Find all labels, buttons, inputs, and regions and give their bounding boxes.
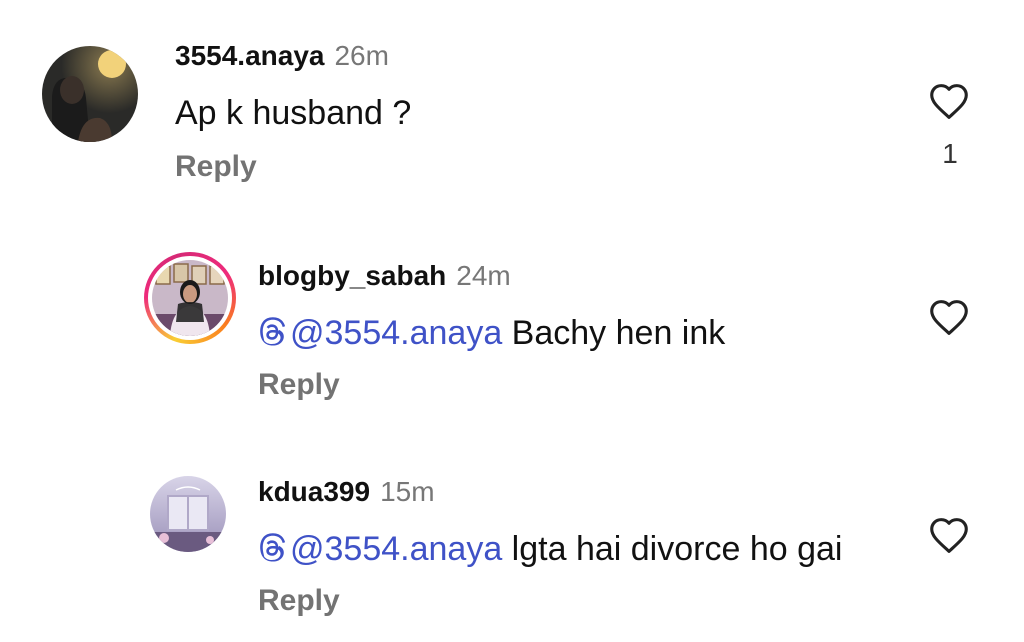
reply-button[interactable]: Reply — [258, 368, 340, 402]
mention-text[interactable]: @3554.anaya — [290, 530, 502, 568]
comment-text: @3554.anaya Bachy hen ink — [258, 314, 725, 353]
username[interactable]: kdua399 — [258, 476, 370, 507]
mention-link[interactable]: @3554.anaya — [258, 530, 502, 568]
threads-mention-icon — [260, 533, 286, 562]
avatar — [152, 260, 228, 336]
timestamp: 15m — [380, 476, 435, 507]
avatar[interactable] — [42, 46, 138, 142]
mention-text[interactable]: @3554.anaya — [290, 314, 502, 352]
like-count: 1 — [942, 138, 958, 169]
reply-button[interactable]: Reply — [175, 150, 257, 184]
heart-icon — [930, 518, 968, 553]
like-button[interactable] — [928, 516, 970, 559]
like-button[interactable] — [928, 82, 970, 125]
comment-text: @3554.anaya lgta hai divorce ho gai — [258, 530, 842, 569]
comment-body: Bachy hen ink — [502, 314, 726, 352]
username[interactable]: blogby_sabah — [258, 260, 446, 291]
story-ring[interactable] — [144, 252, 236, 344]
profile-photo-icon — [42, 46, 138, 142]
timestamp: 26m — [334, 40, 389, 71]
avatar[interactable] — [150, 476, 226, 552]
profile-photo-icon — [150, 476, 226, 552]
comment-text: Ap k husband ? — [175, 94, 411, 133]
mention-link[interactable]: @3554.anaya — [258, 314, 502, 352]
profile-photo-icon — [152, 260, 228, 336]
username[interactable]: 3554.anaya — [175, 40, 324, 71]
comment-reply-item: kdua399 15m @3554.anaya lgta hai divorce … — [0, 450, 1024, 642]
comment-body: lgta hai divorce ho gai — [502, 530, 843, 568]
like-button[interactable] — [928, 298, 970, 341]
reply-button[interactable]: Reply — [258, 584, 340, 618]
comment-body: Ap k husband ? — [175, 94, 412, 132]
comment-header: blogby_sabah 24m — [258, 260, 511, 292]
heart-icon — [930, 84, 968, 119]
timestamp: 24m — [456, 260, 511, 291]
comment-header: kdua399 15m — [258, 476, 435, 508]
heart-icon — [930, 300, 968, 335]
threads-mention-icon — [260, 317, 286, 346]
comment-header: 3554.anaya 26m — [175, 40, 389, 72]
comment-reply-item: blogby_sabah 24m @3554.anaya Bachy hen in… — [0, 230, 1024, 430]
comment-item: 3554.anaya 26m Ap k husband ? Reply 1 — [0, 0, 1024, 210]
